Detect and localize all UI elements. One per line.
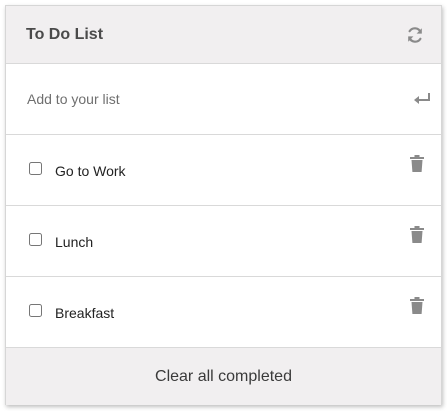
list-item: Lunch	[6, 206, 441, 277]
item-checkbox[interactable]	[29, 162, 42, 175]
item-checkbox[interactable]	[29, 304, 42, 317]
add-item-input[interactable]	[27, 91, 387, 107]
page-title: To Do List	[26, 25, 104, 43]
trash-icon[interactable]	[409, 297, 425, 315]
item-label: Breakfast	[55, 305, 115, 321]
item-label: Lunch	[55, 234, 94, 250]
trash-icon[interactable]	[409, 155, 425, 173]
refresh-icon[interactable]	[403, 23, 427, 47]
todo-card: To Do List Go to Work	[5, 5, 442, 405]
trash-icon[interactable]	[409, 226, 425, 244]
todo-list: Go to Work Lunch Breakfast	[6, 135, 441, 348]
header: To Do List	[6, 6, 441, 64]
clear-completed-button[interactable]: Clear all completed	[6, 348, 441, 405]
add-item-row	[6, 64, 441, 135]
item-label: Go to Work	[55, 163, 126, 179]
item-checkbox[interactable]	[29, 233, 42, 246]
list-item: Breakfast	[6, 277, 441, 348]
list-item: Go to Work	[6, 135, 441, 206]
enter-return-icon[interactable]	[411, 87, 435, 111]
